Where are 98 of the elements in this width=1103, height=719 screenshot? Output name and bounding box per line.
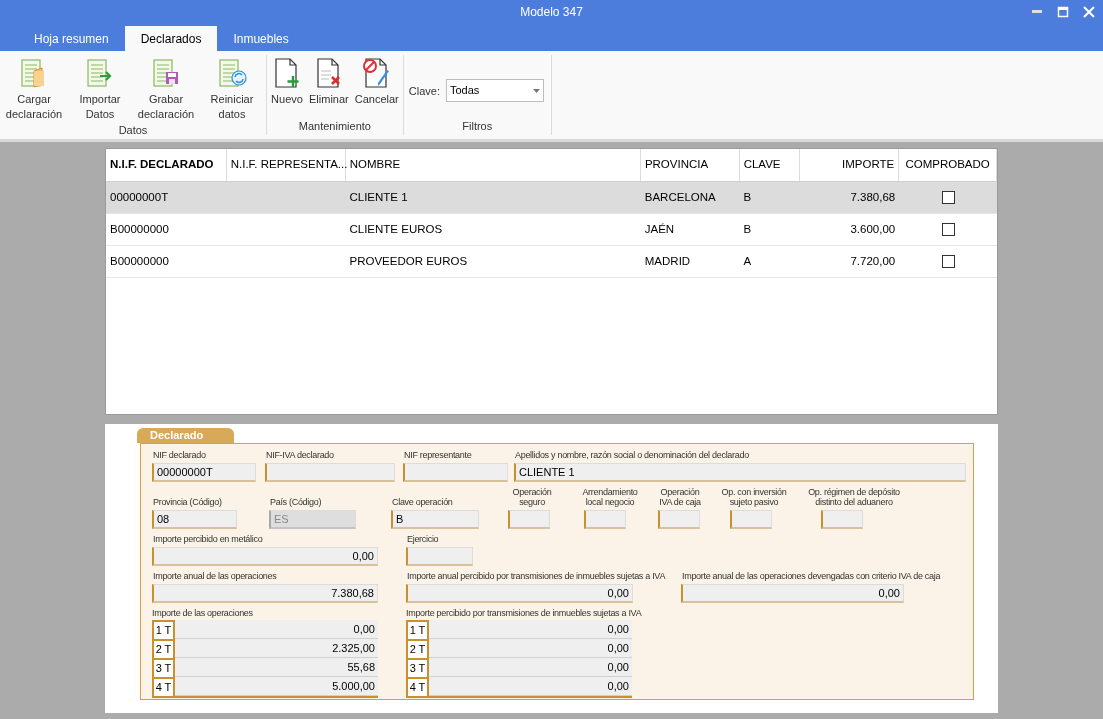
column-header[interactable]: COMPROBADO [899,149,997,181]
ribbon-button[interactable]: Importar Datos [67,55,133,122]
refresh-document-icon [216,57,248,89]
input-field[interactable]: 0,00 [429,658,632,677]
checkbox[interactable] [941,223,955,236]
table-cell-text: 3.600,00 [850,221,896,237]
table-row[interactable]: 00000000T CLIENTE 1 BARCELONA B 7.380,68 [106,182,997,214]
table-cell-text: B [743,221,752,237]
quarter-label: 4 T [406,677,429,696]
field-label: Operación seguro [511,487,553,509]
field-label: Op. régimen de depósito distinto del aduanero [807,487,901,509]
ribbon-button[interactable]: Nuevo [268,55,306,118]
quarter-label: 2 T [152,639,175,658]
input-field[interactable]: 5.000,00 [175,677,378,696]
input-field[interactable] [584,510,626,529]
field-label: Importe de las operaciones [152,608,253,620]
ribbon-tab[interactable]: Declarados [124,26,218,51]
table-cell-text: 00000000T [110,189,169,205]
input-field[interactable]: CLIENTE 1 [514,463,966,482]
ribbon-button[interactable]: Eliminar [306,55,352,118]
field-label: Importe anual percibido por transmisiones de inmuebles sujetas a IVA [406,571,666,583]
input-field[interactable]: 0,00 [406,584,633,603]
window-title: Modelo 347 [520,4,583,21]
table-cell-text: BARCELONA [644,189,716,205]
field-label: Apellidos y nombre, razón social o denominación del declarado [514,450,749,462]
field-label: Importe percibido en metálico [152,534,263,546]
table-cell-text: B00000000 [110,253,169,269]
table-cell-text: B [743,189,752,205]
quarter-label: 4 T [152,677,175,696]
input-field[interactable] [821,510,863,529]
input-field[interactable]: 08 [152,510,237,529]
table-cell-text: CLIENTE 1 [349,189,408,205]
quarter-label: 3 T [406,658,429,677]
ribbon-button[interactable]: Cargar declaración [1,55,67,122]
input-field[interactable]: 0,00 [175,620,378,639]
group-label: Datos [117,123,149,138]
field-label: Provincia (Código) [152,497,222,509]
input-field[interactable]: 0,00 [681,584,904,603]
ribbon-button[interactable]: Cancelar [351,55,402,118]
input-field[interactable]: 0,00 [429,620,632,639]
input-field[interactable] [508,510,550,529]
field-label: Operación IVA de caja [658,487,702,509]
input-field[interactable]: 2.325,00 [175,639,378,658]
table-cell-text: B00000000 [110,221,169,237]
checkbox[interactable] [941,191,955,204]
field-label: NIF-IVA declarado [265,450,334,462]
input-field[interactable]: 0,00 [429,639,632,658]
ribbon-tab[interactable]: Hoja resumen [18,26,125,51]
column-header[interactable]: N.I.F. DECLARADO [106,149,227,181]
input-field[interactable] [730,510,772,529]
close-icon[interactable] [1083,6,1095,18]
input-field[interactable]: 00000000T [152,463,256,482]
field-label: Importe anual de las operaciones [152,571,277,583]
table-cell-text: 7.380,68 [850,189,896,205]
field-label: NIF declarado [152,450,206,462]
ribbon-tab[interactable]: Inmuebles [217,26,305,51]
input-field[interactable] [403,463,508,482]
table-cell-text: PROVEEDOR EUROS [349,253,468,269]
field-label: Op. con inversión sujeto pasivo [720,487,788,509]
quarter-label: 2 T [406,639,429,658]
table-cell-text: MADRID [644,253,691,269]
column-header[interactable]: PROVINCIA [640,149,740,181]
field-label: Importe anual de las operaciones devengadas con criterio IVA de caja [681,571,941,583]
filter-dropdown[interactable]: Todas [445,79,544,102]
quarter-label: 1 T [152,620,175,639]
table-cell-text: A [743,253,752,269]
filter-label: Clave: [408,84,440,99]
input-field[interactable]: 7.380,68 [152,584,378,603]
input-field[interactable]: B [391,510,479,529]
field-label: Ejercicio [406,534,439,546]
quarter-label: 3 T [152,658,175,677]
table-cell-text: CLIENTE EUROS [349,221,443,237]
quarter-label: 1 T [406,620,429,639]
input-field[interactable]: 0,00 [429,677,632,696]
checkbox[interactable] [941,255,955,268]
column-header[interactable]: CLAVE [739,149,800,181]
field-label: País (Código) [269,497,322,509]
input-field[interactable] [658,510,700,529]
ribbon-button[interactable]: Grabar declaración [133,55,199,122]
column-header[interactable]: N.I.F. REPRESENTA... [226,149,346,181]
input-field[interactable]: 55,68 [175,658,378,677]
field-label: Importe percibido por transmisiones de inmuebles sujetas a IVA [406,608,642,620]
input-field[interactable] [265,463,395,482]
table-cell-text: 7.720,00 [850,253,896,269]
field-label: Clave operación [391,497,453,509]
column-header[interactable]: IMPORTE [799,149,900,181]
caret-icon [532,88,540,93]
group-label: Mantenimiento [297,118,372,134]
field-label: Arrendamiento local negocio [581,487,639,509]
maximize-icon[interactable] [1057,6,1069,18]
group-label: Filtros [461,118,494,134]
minimize-icon[interactable] [1031,10,1043,14]
ribbon-button[interactable]: Reiniciar datos [199,55,265,122]
field-label: NIF representante [403,450,472,462]
input-field[interactable] [406,547,473,566]
input-field[interactable]: 0,00 [152,547,378,566]
table-cell-text: JAÉN [644,221,675,237]
column-header[interactable]: NOMBRE [345,149,641,181]
